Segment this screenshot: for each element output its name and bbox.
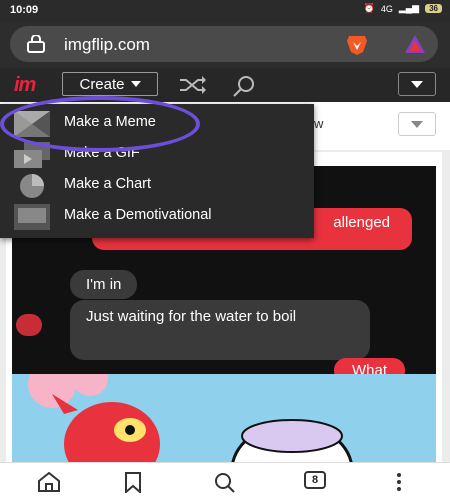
- signal-icon: ▂▄▆: [398, 3, 420, 13]
- chat-bubble: Just waiting for the water to boil: [70, 300, 370, 360]
- highlight-circle: [0, 96, 200, 152]
- create-button[interactable]: Create: [62, 72, 158, 96]
- caret-down-icon: [411, 80, 423, 88]
- more-options-icon[interactable]: [386, 471, 412, 493]
- cartoon-scene: [12, 360, 436, 462]
- brave-lion-icon[interactable]: [345, 32, 369, 56]
- search-icon[interactable]: [212, 471, 238, 493]
- network-label: 4G: [380, 3, 393, 14]
- menu-item-label: Make a Chart: [64, 176, 152, 192]
- search-icon[interactable]: [232, 75, 256, 97]
- alarm-icon: ⏰: [363, 3, 375, 13]
- url-text: imgflip.com: [64, 35, 150, 54]
- menu-item-make-chart[interactable]: Make a Chart: [0, 170, 314, 201]
- lock-icon: [27, 35, 45, 53]
- menu-item-make-demotivational[interactable]: Make a Demotivational: [0, 201, 314, 232]
- cartoon-illustration: [28, 360, 353, 462]
- triangle-icon[interactable]: [404, 34, 426, 54]
- chat-bubble: I'm in: [70, 270, 138, 299]
- caret-down-icon: [130, 81, 141, 87]
- home-icon[interactable]: [36, 471, 62, 493]
- demotivational-frame-icon: [14, 204, 50, 230]
- pie-chart-icon: [20, 174, 44, 198]
- tabs-button[interactable]: 8: [304, 471, 326, 489]
- create-label: Create: [79, 75, 125, 93]
- bottom-navigation: 8: [0, 462, 450, 501]
- reaction-dot: [16, 314, 42, 336]
- sort-dropdown[interactable]: [398, 112, 436, 136]
- menu-item-label: Make a Demotivational: [64, 207, 212, 223]
- address-bar[interactable]: imgflip.com: [10, 26, 438, 62]
- sub-header-text: w: [314, 116, 324, 131]
- menu-dropdown-button[interactable]: [398, 72, 436, 96]
- status-bar: 10:09 ⏰ 4G ▂▄▆ 36: [0, 0, 450, 22]
- caret-down-icon: [411, 120, 423, 128]
- shuffle-icon[interactable]: [178, 75, 208, 95]
- status-time: 10:09: [10, 4, 39, 16]
- imgflip-logo[interactable]: im: [14, 74, 36, 97]
- battery-indicator: 36: [425, 4, 442, 13]
- browser-bar: imgflip.com: [0, 22, 450, 68]
- bookmark-icon[interactable]: [120, 471, 146, 493]
